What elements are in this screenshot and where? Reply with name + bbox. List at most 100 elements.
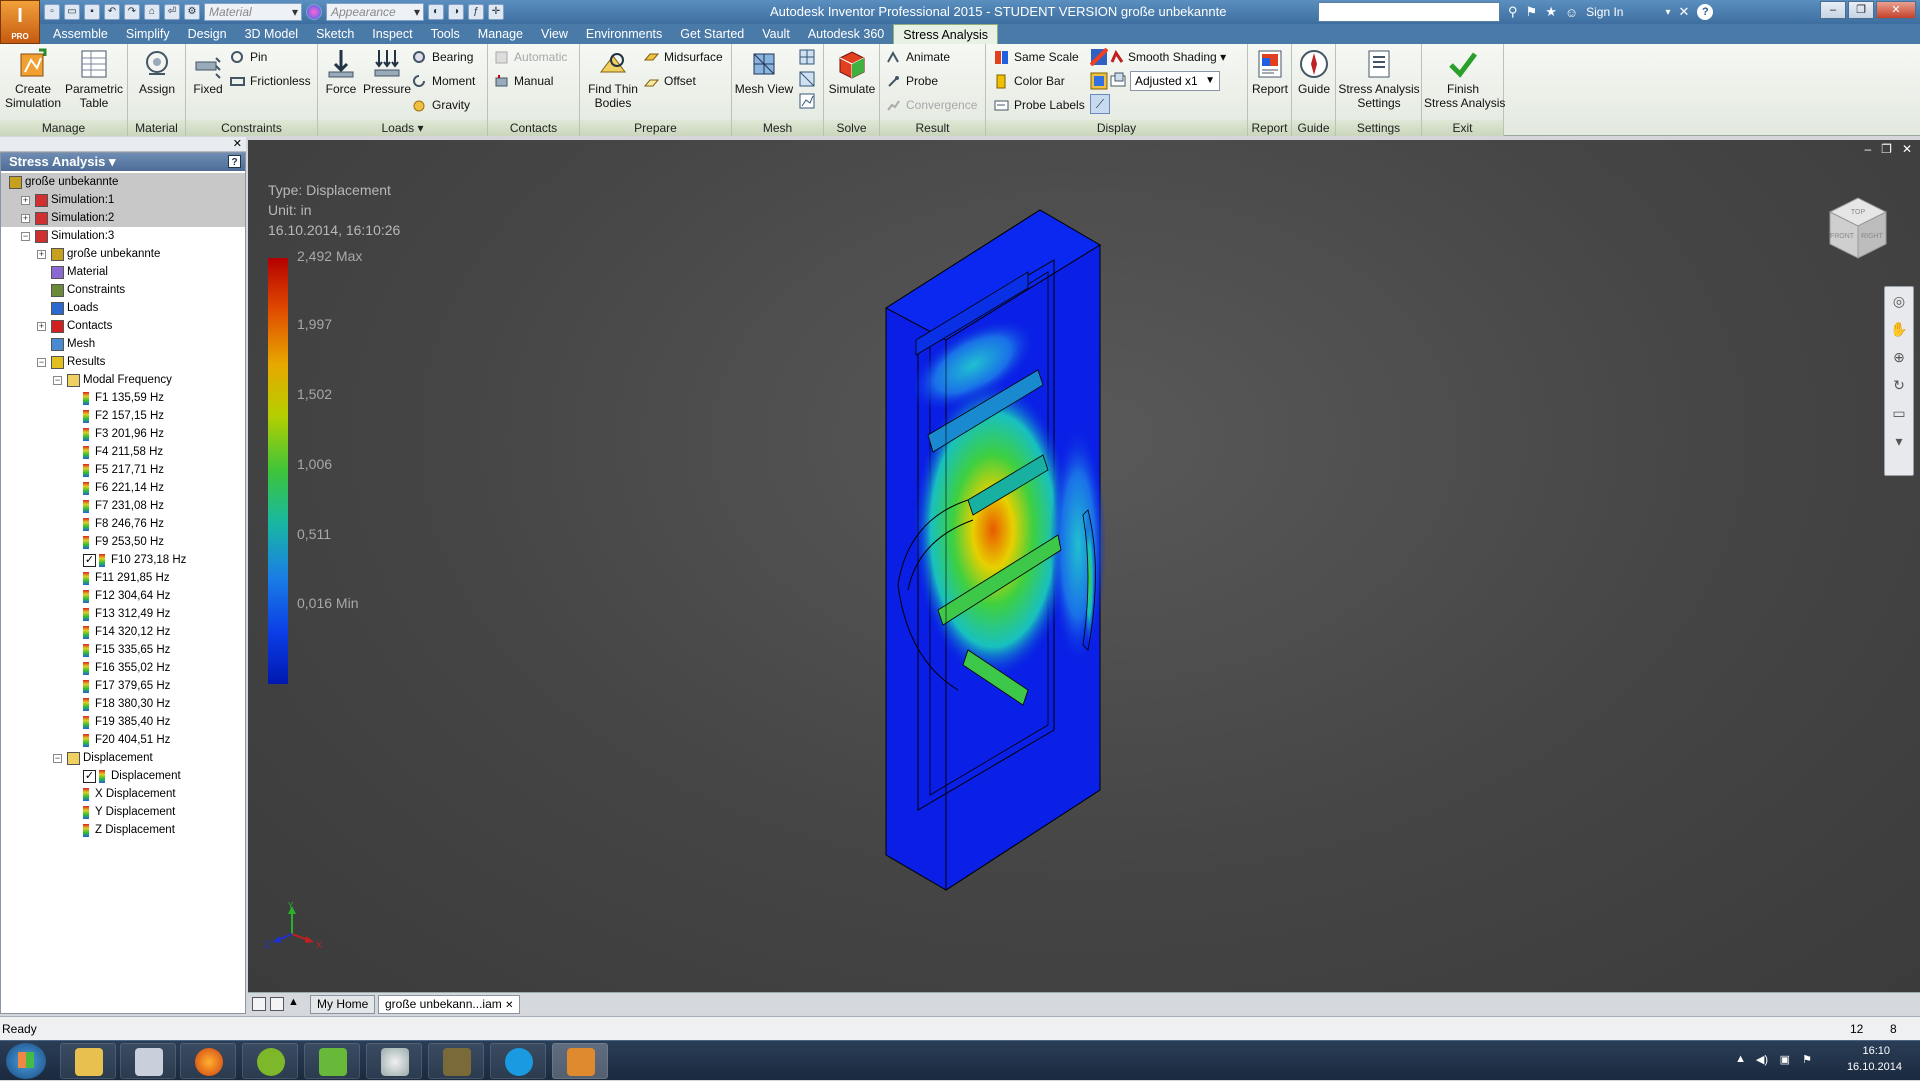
tree-expander-icon[interactable]: + [37, 322, 46, 331]
tree-expander-icon[interactable]: + [21, 196, 30, 205]
tab-assembly[interactable]: große unbekann...iam ✕ [378, 995, 521, 1014]
report-button[interactable]: Report [1250, 48, 1290, 96]
panel-label-loads[interactable]: Loads ▾ [318, 120, 487, 136]
force-button[interactable]: Force [320, 48, 362, 96]
chevron-down-icon[interactable]: ▾ [1665, 7, 1670, 18]
tree-mesh[interactable]: Mesh [1, 335, 245, 353]
tab-sketch[interactable]: Sketch [307, 24, 363, 44]
tree-frequency-item[interactable]: F11 291,85 Hz [1, 569, 245, 587]
start-button[interactable] [6, 1043, 46, 1079]
tree-contacts[interactable]: + Contacts [1, 317, 245, 335]
gravity-button[interactable]: Gravity [412, 96, 470, 114]
manual-contacts-button[interactable]: Manual [494, 72, 553, 90]
tree-frequency-item[interactable]: F6 221,14 Hz [1, 479, 245, 497]
orbit-icon[interactable]: ↻ [1885, 371, 1913, 399]
search-input[interactable] [1318, 2, 1500, 22]
tab-get-started[interactable]: Get Started [671, 24, 753, 44]
automatic-contacts-button[interactable]: Automatic [494, 48, 567, 66]
clear-appearance-icon[interactable]: ◐ [428, 4, 444, 20]
minimize-button[interactable]: – [1820, 1, 1846, 19]
tree-expander-icon[interactable]: + [37, 250, 46, 259]
tree-frequency-item[interactable]: F20 404,51 Hz [1, 731, 245, 749]
tree-expander-icon[interactable]: + [21, 214, 30, 223]
tree-material[interactable]: Material [1, 263, 245, 281]
tab-environments[interactable]: Environments [577, 24, 671, 44]
taskbar-calculator[interactable] [120, 1043, 176, 1079]
pin-button[interactable]: Pin [230, 48, 267, 66]
tab-inspect[interactable]: Inspect [363, 24, 421, 44]
tree-constraints[interactable]: Constraints [1, 281, 245, 299]
doc-menu-icon[interactable]: ▲ [288, 996, 299, 1008]
tree-frequency-item[interactable]: F15 335,65 Hz [1, 641, 245, 659]
tree-expander-icon[interactable]: − [37, 358, 46, 367]
tree-frequency-item[interactable]: F17 379,65 Hz [1, 677, 245, 695]
tree-frequency-item[interactable]: F5 217,71 Hz [1, 461, 245, 479]
volume-icon[interactable]: ◀) [1756, 1053, 1768, 1066]
display-style-icon[interactable] [1090, 48, 1108, 66]
tree-results[interactable]: − Results [1, 353, 245, 371]
browser-help-icon[interactable]: ? [228, 155, 241, 168]
offset-button[interactable]: Offset [644, 72, 696, 90]
tree-frequency-item[interactable]: F8 246,76 Hz [1, 515, 245, 533]
browser-close-icon[interactable]: ✕ [233, 137, 242, 150]
taskbar-explorer[interactable] [60, 1043, 116, 1079]
tree-frequency-item[interactable]: F9 253,50 Hz [1, 533, 245, 551]
application-menu-button[interactable]: I PRO [0, 0, 40, 44]
taskbar-app-green[interactable] [304, 1043, 360, 1079]
result-checkbox[interactable]: ✓ [83, 554, 96, 567]
adjusted-scale-select[interactable]: Adjusted x1 ▼ [1130, 71, 1220, 91]
frictionless-button[interactable]: Frictionless [230, 72, 311, 90]
return-icon[interactable]: ⏎ [164, 4, 180, 20]
tree-assembly[interactable]: + große unbekannte [1, 245, 245, 263]
stress-analysis-settings-button[interactable]: Stress Analysis Settings [1338, 48, 1420, 110]
fixed-button[interactable]: Fixed [188, 48, 228, 96]
tree-frequency-item[interactable]: F1 135,59 Hz [1, 389, 245, 407]
appearance-combo[interactable]: Appearance [326, 3, 424, 21]
tree-frequency-item[interactable]: F4 211,58 Hz [1, 443, 245, 461]
finish-stress-analysis-button[interactable]: Finish Stress Analysis [1424, 48, 1505, 110]
tree-modal-frequency[interactable]: − Modal Frequency [1, 371, 245, 389]
open-icon[interactable]: ▭ [64, 4, 80, 20]
probe-button[interactable]: Probe [886, 72, 938, 90]
assign-button[interactable]: Assign [132, 48, 182, 96]
pan-icon[interactable]: ✋ [1885, 315, 1913, 343]
tree-frequency-item[interactable]: F16 355,02 Hz [1, 659, 245, 677]
taskbar-skype[interactable] [490, 1043, 546, 1079]
binoculars-icon[interactable]: ⚲ [1508, 4, 1518, 20]
tab-autodesk-360[interactable]: Autodesk 360 [799, 24, 893, 44]
probe-labels-button[interactable]: Probe Labels [994, 96, 1085, 114]
boundary-icon[interactable] [1110, 72, 1126, 88]
viewport-restore-button[interactable]: ❐ [1881, 142, 1892, 156]
taskbar-inventor[interactable] [552, 1043, 608, 1079]
tile-vertical-icon[interactable] [270, 997, 284, 1011]
tab-stress-analysis[interactable]: Stress Analysis [893, 24, 999, 44]
zoom-icon[interactable]: ⊕ [1885, 343, 1913, 371]
show-probe-toggle[interactable]: ⟋ [1090, 94, 1110, 114]
mesh-settings-icon[interactable] [798, 48, 816, 66]
tree-frequency-item[interactable]: F18 380,30 Hz [1, 695, 245, 713]
simulate-button[interactable]: Simulate [826, 48, 878, 96]
tab-design[interactable]: Design [179, 24, 236, 44]
tab-manage[interactable]: Manage [469, 24, 532, 44]
steering-wheel-icon[interactable]: ◎ [1885, 287, 1913, 315]
smooth-shading-dropdown[interactable]: Smooth Shading ▾ [1110, 48, 1226, 66]
subscription-icon[interactable]: ⚑ [1526, 4, 1538, 20]
tile-horizontal-icon[interactable] [252, 997, 266, 1011]
midsurface-button[interactable]: Midsurface [644, 48, 723, 66]
create-simulation-button[interactable]: Create Simulation [4, 48, 62, 110]
tree-frequency-item[interactable]: F3 201,96 Hz [1, 425, 245, 443]
taskbar-paint[interactable] [366, 1043, 422, 1079]
tree-loads[interactable]: Loads [1, 299, 245, 317]
tab-tools[interactable]: Tools [422, 24, 469, 44]
tree-expander-icon[interactable]: − [53, 754, 62, 763]
fx-icon[interactable]: ƒ [468, 4, 484, 20]
tree-frequency-item[interactable]: F14 320,12 Hz [1, 623, 245, 641]
viewport-minimize-button[interactable]: – [1864, 142, 1871, 156]
tab-3d-model[interactable]: 3D Model [236, 24, 308, 44]
taskbar-photo[interactable] [428, 1043, 484, 1079]
graphics-viewport[interactable]: – ❐ ✕ Type: Displacement Unit: in 16.10.… [248, 140, 1920, 992]
navbar-options-icon[interactable]: ▾ [1885, 427, 1913, 455]
deformed-icon[interactable] [1090, 72, 1108, 90]
tab-view[interactable]: View [532, 24, 577, 44]
tree-frequency-item[interactable]: F19 385,40 Hz [1, 713, 245, 731]
